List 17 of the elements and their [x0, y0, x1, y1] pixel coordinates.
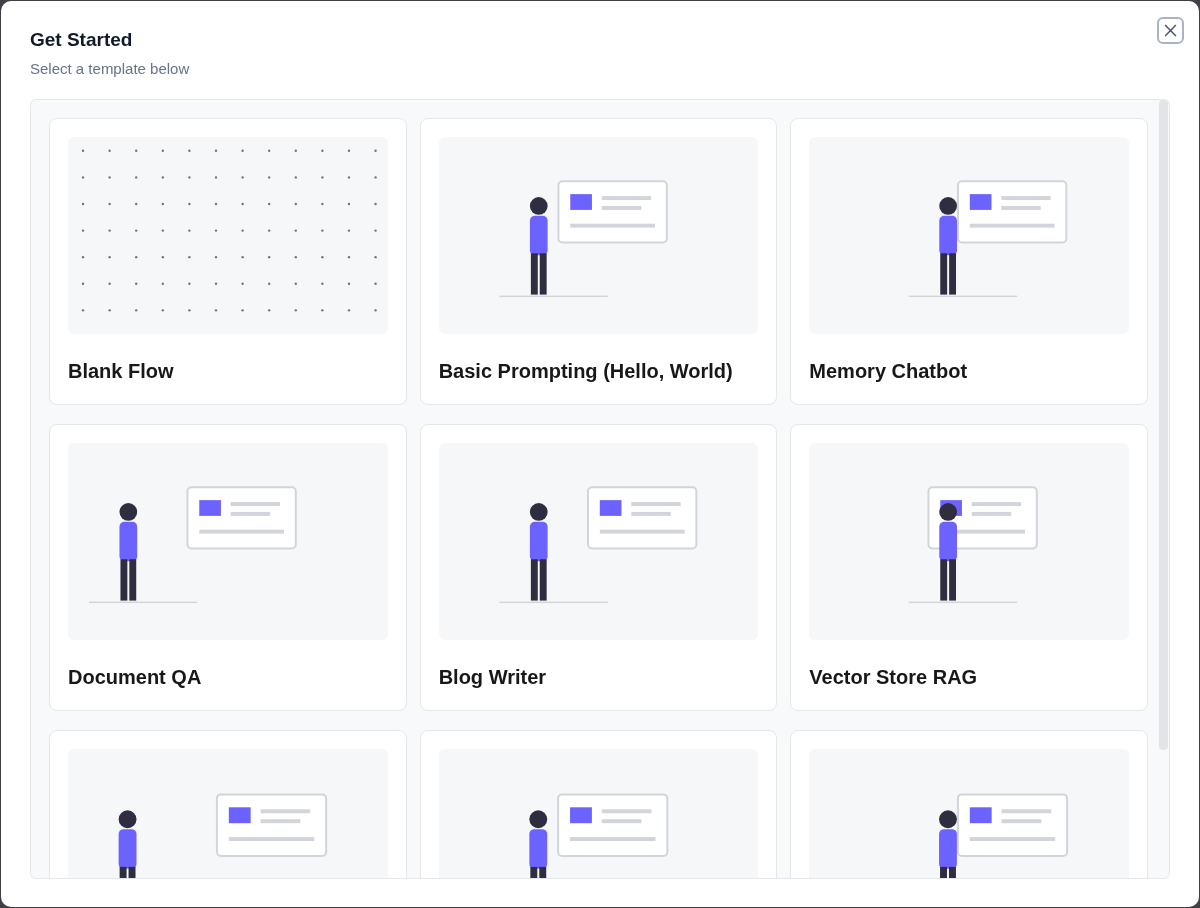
- template-card[interactable]: Blank Flow: [49, 118, 407, 406]
- template-card[interactable]: Blog Writer: [419, 424, 778, 712]
- template-title: Memory Chatbot: [809, 359, 969, 385]
- close-icon: [1164, 24, 1177, 37]
- template-title: Vector Store RAG: [809, 665, 979, 691]
- template-title: Blank Flow: [68, 359, 175, 385]
- scrollbar-thumb[interactable]: [1159, 100, 1168, 751]
- template-card[interactable]: Document QA: [49, 424, 407, 712]
- dialog-title: Get Started: [30, 28, 134, 52]
- close-button[interactable]: [1157, 17, 1184, 44]
- template-title: Blog Writer: [438, 665, 548, 691]
- template-title: Document QA: [68, 665, 203, 691]
- template-card[interactable]: Vector Store RAG: [790, 424, 1148, 712]
- template-card[interactable]: Basic Prompting (Hello, World): [419, 118, 778, 406]
- template-card[interactable]: Memory Chatbot: [790, 118, 1148, 406]
- dialog-subtitle: Select a template below: [30, 58, 191, 79]
- template-title: Basic Prompting (Hello, World): [438, 359, 734, 385]
